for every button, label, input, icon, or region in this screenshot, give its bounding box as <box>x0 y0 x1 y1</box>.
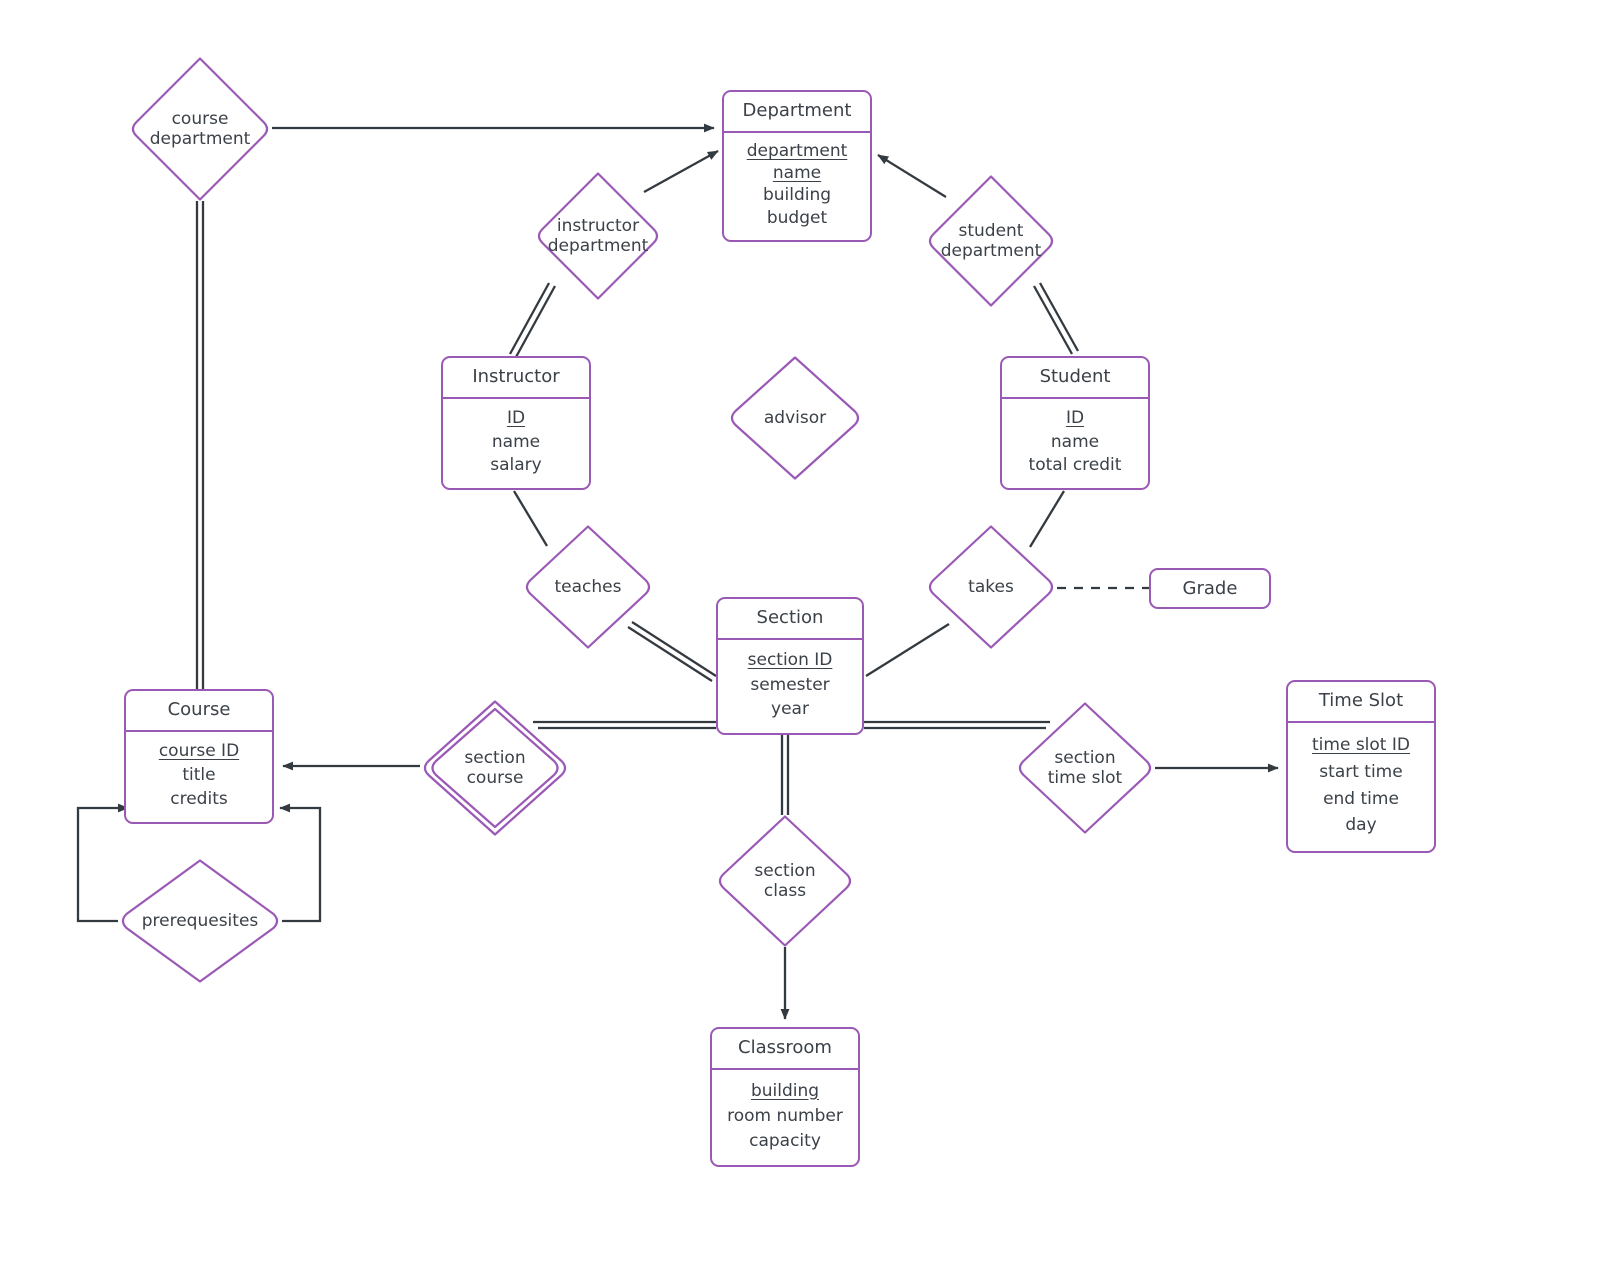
attribute-salary: salary <box>490 455 542 476</box>
attribute-capacity: capacity <box>749 1130 821 1151</box>
entity-attributes-course: course ID title credits <box>126 732 272 822</box>
relationship-teaches[interactable]: teaches <box>522 525 654 649</box>
entity-title-department: Department <box>724 92 870 133</box>
entity-title-instructor: Instructor <box>443 358 589 399</box>
attribute-title: title <box>182 765 216 786</box>
relationship-section-time-slot[interactable]: section time slot <box>1015 702 1155 834</box>
entity-course[interactable]: Course course ID title credits <box>124 689 274 824</box>
attribute-key-building: building <box>750 1080 820 1101</box>
entity-attributes-timeslot: time slot ID start time end time day <box>1288 723 1434 851</box>
entity-title-classroom: Classroom <box>712 1029 858 1070</box>
attribute-room-number: room number <box>727 1105 843 1126</box>
relationship-prerequesites[interactable]: prerequesites <box>118 859 282 983</box>
attribute-name: name <box>1050 431 1100 452</box>
entity-classroom[interactable]: Classroom building room number capacity <box>710 1027 860 1167</box>
diamond-shape-student-department <box>928 175 1054 307</box>
entity-title-course: Course <box>126 691 272 732</box>
entity-attributes-student: ID name total credit <box>1002 399 1148 488</box>
attribute-day: day <box>1345 815 1377 836</box>
entity-section[interactable]: Section section ID semester year <box>716 597 864 735</box>
diamond-shape-section-course <box>423 700 567 836</box>
relationship-section-class[interactable]: section class <box>715 815 855 947</box>
relationship-student-department[interactable]: student department <box>925 175 1057 307</box>
attribute-start-time: start time <box>1319 761 1403 782</box>
entity-department[interactable]: Department department name building budget <box>722 90 872 242</box>
entity-attributes-classroom: building room number capacity <box>712 1070 858 1165</box>
attribute-key-ID: ID <box>1065 408 1085 429</box>
entity-attributes-instructor: ID name salary <box>443 399 589 488</box>
attribute-budget: budget <box>766 208 828 229</box>
relationship-section-course[interactable]: section course <box>420 700 570 836</box>
diamond-shape-teaches <box>525 525 651 649</box>
conn-prereq-course-right <box>279 803 322 923</box>
entity-instructor[interactable]: Instructor ID name salary <box>441 356 591 490</box>
diamond-shape-section-time-slot <box>1018 702 1152 834</box>
diamond-shape-takes <box>928 525 1054 649</box>
attribute-building: building <box>762 185 832 206</box>
entity-attributes-department: department name building budget <box>724 133 870 240</box>
relationship-instructor-department[interactable]: instructor department <box>534 172 662 300</box>
attribute-year: year <box>771 699 809 720</box>
entity-title-section: Section <box>718 599 862 640</box>
entity-attributes-section: section ID semester year <box>718 640 862 733</box>
diamond-shape-advisor <box>730 356 860 480</box>
diamond-shape-instructor-department <box>537 172 659 300</box>
diamond-shape-section-class <box>718 815 852 947</box>
attribute-name: name <box>491 431 541 452</box>
er-diagram-canvas: Department department name building budget I… <box>0 0 1600 1280</box>
relationship-advisor[interactable]: advisor <box>727 356 863 480</box>
entity-student[interactable]: Student ID name total credit <box>1000 356 1150 490</box>
diamond-shape-prerequesites <box>121 859 279 983</box>
attribute-semester: semester <box>750 674 830 695</box>
attribute-box-grade[interactable]: Grade <box>1149 568 1271 609</box>
diamond-shape-course-department <box>131 57 269 201</box>
attribute-total-credit: total credit <box>1028 455 1122 476</box>
relationship-course-department[interactable]: course department <box>128 57 272 201</box>
attribute-key-course-ID: course ID <box>158 741 240 762</box>
attribute-credits: credits <box>170 789 228 810</box>
entity-timeslot[interactable]: Time Slot time slot ID start time end time d… <box>1286 680 1436 853</box>
relationship-takes[interactable]: takes <box>925 525 1057 649</box>
attribute-end-time: end time <box>1323 788 1399 809</box>
attribute-key-department-name: department name <box>746 141 848 183</box>
entity-title-student: Student <box>1002 358 1148 399</box>
attribute-key-time-slot-ID: time slot ID <box>1312 735 1410 756</box>
attribute-key-section-ID: section ID <box>747 650 833 671</box>
attribute-key-ID: ID <box>506 408 526 429</box>
entity-title-timeslot: Time Slot <box>1288 682 1434 723</box>
